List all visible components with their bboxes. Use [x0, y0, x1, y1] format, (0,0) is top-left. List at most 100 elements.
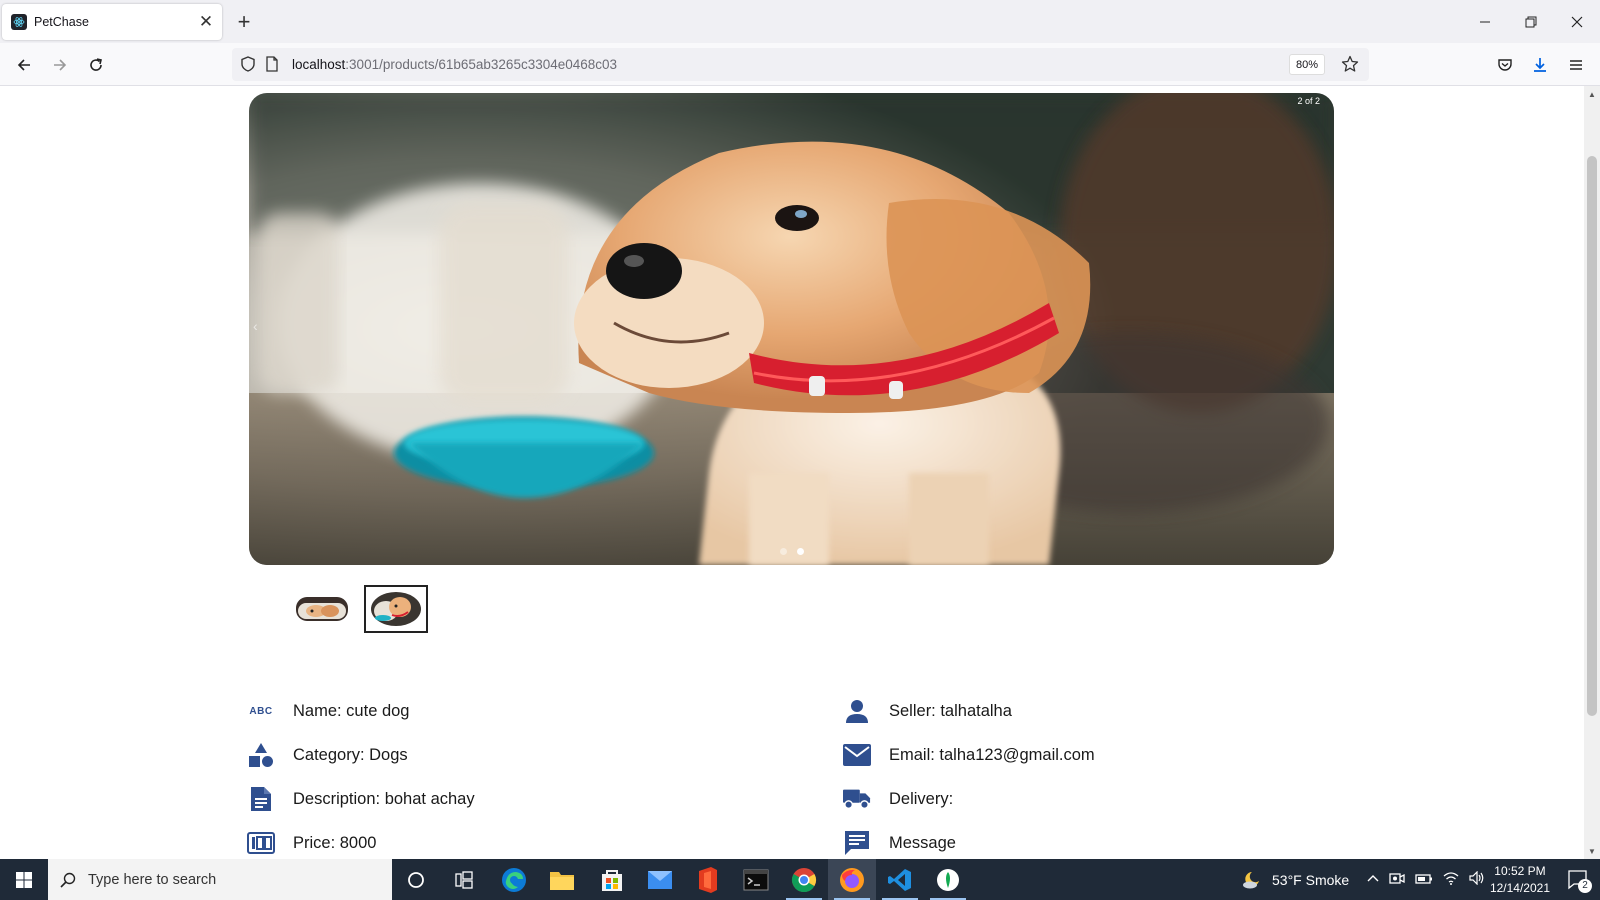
show-hidden-icons-chevron-icon[interactable] — [1367, 872, 1379, 888]
carousel-dot-2[interactable] — [796, 548, 804, 555]
previous-slide-button[interactable]: ‹ — [253, 318, 265, 338]
terminal-icon — [743, 869, 769, 890]
minimize-button[interactable] — [1462, 0, 1508, 43]
puppy-thumbnail-image — [296, 597, 348, 621]
clock-time: 10:52 PM — [1494, 864, 1546, 878]
info-description: Description: bohat achay — [247, 783, 475, 815]
windows-start-button[interactable] — [0, 859, 48, 900]
info-category: Category: Dogs — [247, 739, 408, 771]
url-text[interactable]: localhost:3001/products/61b65ab3265c3304… — [292, 57, 617, 72]
volume-icon[interactable] — [1469, 870, 1485, 888]
task-view-button[interactable] — [440, 859, 488, 900]
navigation-toolbar: localhost:3001/products/61b65ab3265c3304… — [0, 43, 1600, 86]
search-icon — [60, 872, 76, 888]
info-seller: Seller: talhatalha — [843, 695, 1012, 727]
windows-taskbar: Type here to search 53°F Smoke 10:52 PM … — [0, 859, 1600, 900]
product-category: Category: Dogs — [293, 745, 408, 764]
clock-date: 12/14/2021 — [1489, 881, 1550, 895]
folder-icon — [550, 871, 574, 890]
seller-name: Seller: talhatalha — [889, 701, 1012, 720]
info-message[interactable]: Message — [843, 827, 956, 859]
taskbar-file-explorer[interactable] — [538, 859, 586, 900]
taskbar-terminal[interactable] — [732, 859, 780, 900]
taskbar-search-box[interactable]: Type here to search — [48, 859, 392, 900]
react-favicon-icon — [11, 14, 27, 30]
system-tray — [1367, 859, 1485, 900]
bookmark-star-icon[interactable] — [1341, 55, 1359, 78]
taskbar-mail[interactable] — [636, 859, 684, 900]
url-path: :3001/products/61b65ab3265c3304e0468c03 — [345, 57, 618, 72]
office-icon — [699, 866, 717, 893]
scroll-down-arrow[interactable]: ▼ — [1584, 843, 1600, 859]
cortana-button[interactable] — [392, 859, 440, 900]
slide-counter: 2 of 2 — [1297, 96, 1320, 106]
puppy-thumbnail-image — [371, 592, 421, 626]
scroll-up-arrow[interactable]: ▲ — [1584, 86, 1600, 102]
wifi-icon[interactable] — [1443, 871, 1459, 888]
product-description: Description: bohat achay — [293, 789, 475, 808]
thumbnail-1[interactable] — [290, 585, 354, 633]
tab-strip: PetChase ✕ + — [0, 0, 1600, 43]
firefox-icon — [840, 867, 864, 892]
close-window-button[interactable] — [1554, 0, 1600, 43]
message-link[interactable]: Message — [889, 834, 956, 853]
close-tab-icon[interactable]: ✕ — [194, 10, 218, 34]
page-scrollbar[interactable]: ▲ ▼ — [1584, 86, 1600, 859]
pocket-icon[interactable] — [1489, 49, 1521, 81]
zoom-badge[interactable]: 80% — [1288, 54, 1325, 75]
taskbar-edge[interactable] — [490, 859, 538, 900]
weather-widget[interactable]: 53°F Smoke — [1242, 859, 1349, 900]
taskbar-firefox[interactable] — [828, 859, 876, 900]
product-image-carousel[interactable]: ‹ 2 of 2 — [249, 93, 1334, 565]
battery-icon[interactable] — [1415, 872, 1433, 888]
thumbnail-strip — [290, 584, 428, 634]
address-bar[interactable]: localhost:3001/products/61b65ab3265c3304… — [232, 48, 1369, 81]
taskbar-mongodb[interactable] — [924, 859, 972, 900]
thumbnail-2[interactable] — [364, 585, 428, 633]
info-price: Price: 8000 — [247, 827, 376, 859]
info-name: ABC Name: cute dog — [247, 695, 409, 727]
taskbar-clock[interactable]: 10:52 PM 12/14/2021 — [1490, 863, 1550, 897]
edge-icon — [502, 867, 526, 892]
cortana-circle-icon — [408, 871, 424, 888]
page-info-icon[interactable] — [264, 56, 280, 77]
mongodb-icon — [937, 868, 959, 891]
carousel-dots — [249, 548, 1334, 555]
document-icon — [247, 785, 275, 813]
seller-email: Email: talha123@gmail.com — [889, 745, 1095, 764]
back-button[interactable] — [8, 49, 40, 81]
windows-logo-icon — [16, 871, 32, 888]
notification-count-badge: 2 — [1578, 879, 1592, 893]
taskbar-chrome[interactable] — [780, 859, 828, 900]
chat-message-icon[interactable] — [843, 829, 871, 857]
taskbar-vscode[interactable] — [876, 859, 924, 900]
taskbar-store[interactable] — [588, 859, 636, 900]
taskbar-office[interactable] — [684, 859, 732, 900]
person-icon — [843, 697, 871, 725]
store-bag-icon — [602, 869, 622, 891]
forward-button[interactable] — [44, 49, 76, 81]
browser-tab[interactable]: PetChase ✕ — [2, 4, 222, 40]
vscode-icon — [888, 868, 911, 891]
weather-text: 53°F Smoke — [1272, 871, 1350, 888]
meet-now-icon[interactable] — [1389, 871, 1405, 888]
notification-center-button[interactable]: 2 — [1566, 867, 1592, 893]
reload-button[interactable] — [80, 49, 112, 81]
scrollbar-thumb[interactable] — [1587, 156, 1597, 716]
puppy-photo — [249, 93, 1334, 565]
product-name: Name: cute dog — [293, 701, 410, 720]
downloads-icon[interactable] — [1524, 49, 1556, 81]
shield-icon[interactable] — [240, 56, 256, 77]
mail-app-icon — [648, 870, 672, 889]
truck-icon — [843, 785, 871, 813]
carousel-dot-1[interactable] — [779, 548, 787, 555]
new-tab-button[interactable]: + — [230, 8, 258, 36]
chrome-icon — [791, 867, 817, 892]
abc-icon: ABC — [247, 697, 275, 725]
product-price: Price: 8000 — [293, 833, 377, 852]
task-view-icon — [455, 870, 473, 889]
url-host: localhost — [292, 57, 346, 72]
restore-button[interactable] — [1508, 0, 1554, 43]
menu-hamburger-icon[interactable] — [1560, 49, 1592, 81]
page-viewport: ‹ 2 of 2 ABC Name: cute dog Category: Do… — [0, 86, 1584, 859]
